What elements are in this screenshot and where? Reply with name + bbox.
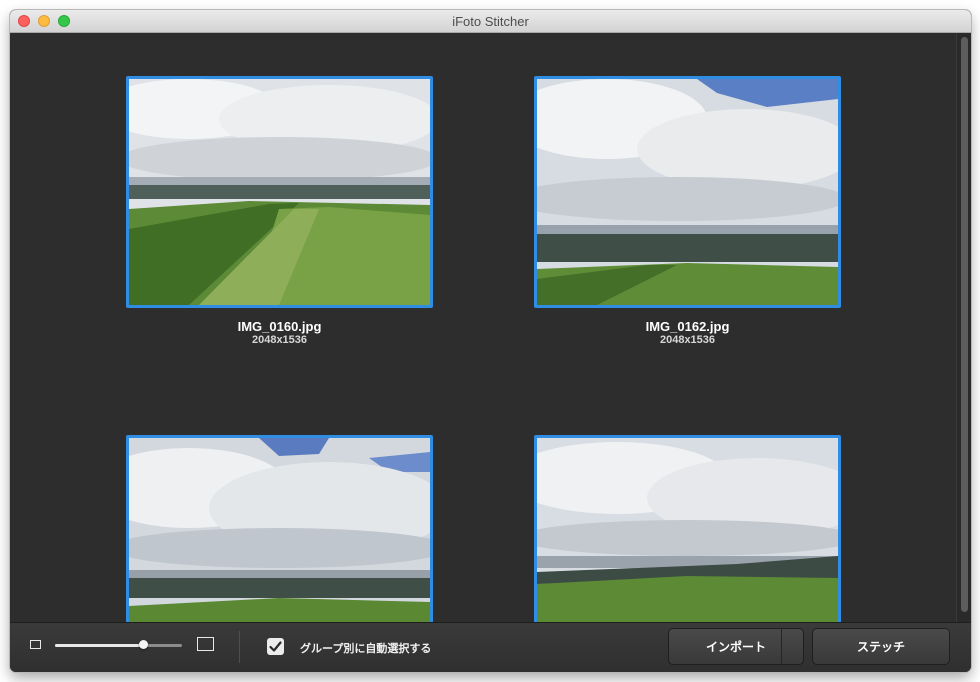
photo-filename: IMG_0162.jpg: [645, 319, 730, 334]
stitch-button[interactable]: ステッチ: [812, 628, 950, 665]
import-button-label: インポート: [705, 640, 766, 654]
landscape-photo-4: [537, 438, 838, 622]
auto-group-select-checkbox[interactable]: [267, 638, 284, 655]
app-window: iFoto Stitcher IMG_0160.jpg 2048x1536 IM…: [10, 10, 971, 672]
toolbar-divider: [239, 631, 240, 663]
slider-fill: [55, 644, 144, 647]
photo-grid: IMG_0160.jpg 2048x1536 IMG_0162.jpg 2048…: [10, 33, 971, 622]
window-title: iFoto Stitcher: [452, 14, 529, 29]
photo-dimensions: 2048x1536: [251, 334, 308, 346]
photo-thumbnail-4[interactable]: [534, 435, 841, 622]
photo-filename: IMG_0160.jpg: [237, 319, 322, 334]
large-thumbnail-icon[interactable]: [197, 637, 214, 651]
bottom-toolbar: グループ別に自動選択する インポート ステッチ: [10, 622, 971, 672]
landscape-photo-3: [129, 438, 430, 622]
checkmark-icon: [269, 641, 282, 652]
landscape-photo-2: [537, 79, 838, 305]
photo-caption-2: IMG_0162.jpg 2048x1536: [534, 319, 841, 347]
scrollbar-thumb[interactable]: [961, 37, 968, 612]
landscape-photo-1: [129, 79, 430, 305]
photo-dimensions: 2048x1536: [659, 334, 716, 346]
vertical-scrollbar[interactable]: [956, 33, 971, 622]
stitch-button-label: ステッチ: [856, 640, 905, 654]
slider-knob[interactable]: [139, 640, 149, 649]
thumbnail-size-slider[interactable]: [55, 640, 182, 649]
import-button[interactable]: インポート: [668, 628, 804, 665]
import-button-divider: [781, 629, 782, 664]
auto-group-select-label[interactable]: グループ別に自動選択する: [300, 640, 431, 656]
photo-thumbnail-1[interactable]: [126, 76, 433, 308]
photo-caption-1: IMG_0160.jpg 2048x1536: [126, 319, 433, 347]
photo-thumbnail-2[interactable]: [534, 76, 841, 308]
title-bar[interactable]: iFoto Stitcher: [10, 10, 971, 33]
photo-thumbnail-3[interactable]: [126, 435, 433, 622]
small-thumbnail-icon[interactable]: [30, 640, 41, 649]
